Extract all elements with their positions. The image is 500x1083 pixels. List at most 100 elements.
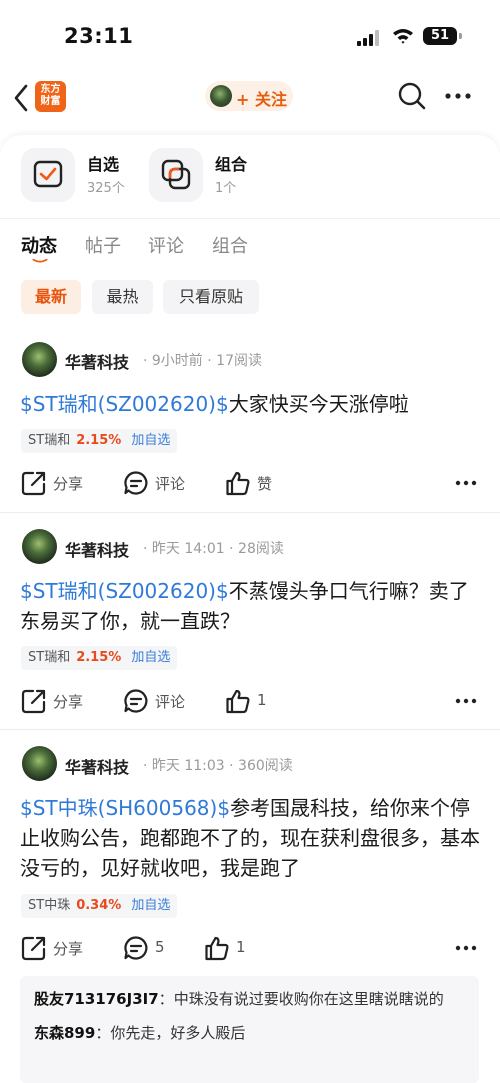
tab-activity[interactable]: 动态 [21, 232, 57, 258]
comment-icon [124, 936, 148, 960]
post-more-icon[interactable] [455, 945, 477, 951]
comment-preview-box[interactable]: 股友713176J3I7：中珠没有说过要收购你在这里瞎说瞎说的 东森899：你先… [20, 976, 479, 1083]
comment-count: 5 [155, 938, 165, 956]
quick-link-count: 1个 [215, 181, 237, 196]
like-count: 1 [257, 691, 267, 709]
divider [0, 218, 500, 219]
quick-link-title: 自选 [87, 155, 120, 174]
share-label: 分享 [53, 693, 84, 711]
post-actions: 分享 5 1 [0, 933, 500, 963]
post-author[interactable]: 华著科技 [65, 537, 129, 561]
avatar[interactable] [22, 746, 57, 781]
stock-tag[interactable]: ST中珠 0.34% 加自选 [21, 894, 178, 918]
post-body[interactable]: $ST瑞和(SZ002620)$大家快买今天涨停啦 [20, 389, 480, 419]
share-button[interactable]: 分享 [21, 468, 101, 498]
stock-link[interactable]: $ST中珠(SH600568)$ [20, 796, 230, 820]
add-to-watchlist-link[interactable]: 加自选 [131, 898, 170, 913]
search-icon[interactable] [397, 81, 427, 111]
follow-label: + 关注 [236, 90, 287, 109]
quick-link-count: 325个 [87, 181, 125, 196]
avatar[interactable] [22, 342, 57, 377]
avatar[interactable] [22, 529, 57, 564]
post-meta: · 昨天 14:01 · 28阅读 [143, 541, 284, 557]
comment-colon: ： [158, 990, 174, 1008]
post-author[interactable]: 华著科技 [65, 754, 129, 778]
comment-text: 中珠没有说过要收购你在这里瞎说瞎说的 [173, 990, 444, 1008]
comment-button[interactable]: 评论 [123, 686, 203, 716]
post-meta: · 9小时前 · 17阅读 [143, 353, 262, 369]
tag-change-pct: 2.15% [76, 650, 122, 665]
comment-item: 股友713176J3I7：中珠没有说过要收购你在这里瞎说瞎说的 [34, 987, 465, 1011]
portfolio-icon-box [149, 148, 203, 202]
like-label: 赞 [257, 475, 273, 493]
tag-change-pct: 0.34% [76, 898, 122, 913]
profile-avatar [210, 85, 232, 107]
like-button[interactable]: 赞 [225, 468, 295, 498]
stock-tag[interactable]: ST瑞和 2.15% 加自选 [21, 429, 178, 453]
tab-portfolio[interactable]: 组合 [212, 232, 248, 258]
tag-stock-name: ST瑞和 [28, 650, 71, 665]
post-more-icon[interactable] [455, 698, 477, 704]
stock-link[interactable]: $ST瑞和(SZ002620)$ [20, 579, 229, 603]
share-button[interactable]: 分享 [21, 686, 101, 716]
tag-stock-name: ST瑞和 [28, 433, 71, 448]
like-button[interactable]: 1 [204, 933, 264, 963]
post-actions: 分享 评论 1 [0, 686, 500, 716]
quick-link-title: 组合 [215, 155, 248, 174]
stock-tag[interactable]: ST瑞和 2.15% 加自选 [21, 646, 178, 670]
cellular-signal-icon [357, 30, 379, 46]
comment-label: 评论 [155, 475, 186, 493]
like-count: 1 [236, 938, 246, 956]
thumbs-up-icon [226, 471, 250, 496]
filter-hottest[interactable]: 最热 [92, 280, 153, 314]
post-meta: · 昨天 11:03 · 360阅读 [143, 758, 293, 774]
comment-button[interactable]: 评论 [123, 468, 203, 498]
comment-user[interactable]: 股友713176J3I7 [34, 990, 159, 1008]
share-label: 分享 [53, 940, 84, 958]
post-separator [0, 512, 500, 513]
logo-text-bottom: 财富 [40, 96, 61, 107]
post-more-icon[interactable] [455, 480, 477, 486]
add-to-watchlist-link[interactable]: 加自选 [131, 650, 170, 665]
more-options-icon[interactable] [444, 92, 472, 100]
back-arrow-icon[interactable] [12, 82, 30, 114]
post-body[interactable]: $ST中珠(SH600568)$参考国晟科技，给你来个停止收购公告，跑都跑不了的… [20, 793, 480, 883]
quick-link-portfolio[interactable]: 组合 1个 [149, 148, 269, 203]
checkbox-icon [33, 160, 63, 188]
app-logo: 东方 财富 [35, 81, 66, 112]
comment-item: 东森899：你先走，好多人殿后 [34, 1021, 465, 1045]
share-icon [21, 689, 46, 714]
add-to-watchlist-link[interactable]: 加自选 [131, 433, 170, 448]
follow-button[interactable]: + 关注 [205, 81, 293, 111]
filter-bar: 最新 最热 只看原贴 [21, 280, 261, 315]
logo-text-top: 东方 [40, 84, 61, 95]
share-button[interactable]: 分享 [21, 933, 101, 963]
quick-link-watchlist[interactable]: 自选 325个 [21, 148, 141, 203]
like-button[interactable]: 1 [225, 686, 295, 716]
thumbs-up-icon [205, 936, 229, 961]
filter-latest[interactable]: 最新 [21, 280, 81, 314]
top-nav-bar: 东方 财富 + 关注 [0, 76, 500, 122]
post-body[interactable]: $ST瑞和(SZ002620)$不蒸馒头争口气行嘛？卖了东易买了你，就一直跌？ [20, 576, 480, 636]
stock-link[interactable]: $ST瑞和(SZ002620)$ [20, 392, 229, 416]
tag-change-pct: 2.15% [76, 433, 122, 448]
thumbs-up-icon [226, 689, 250, 714]
comment-user[interactable]: 东森899 [34, 1024, 95, 1042]
tag-stock-name: ST中珠 [28, 898, 71, 913]
share-icon [21, 936, 46, 961]
comment-button[interactable]: 5 [123, 933, 183, 963]
comment-text: 你先走，好多人殿后 [110, 1024, 246, 1042]
tab-bar: 动态 帖子 评论 组合 [0, 232, 500, 266]
share-icon [21, 471, 46, 496]
post-actions: 分享 评论 赞 [0, 468, 500, 498]
comment-icon [124, 471, 148, 495]
post-author[interactable]: 华著科技 [65, 349, 129, 373]
battery-cap [459, 33, 462, 39]
tab-posts[interactable]: 帖子 [85, 232, 121, 258]
tab-comments[interactable]: 评论 [148, 232, 184, 258]
status-time: 23:11 [64, 24, 134, 48]
comment-colon: ： [95, 1024, 111, 1042]
filter-original-only[interactable]: 只看原贴 [163, 280, 259, 314]
post-text: 大家快买今天涨停啦 [228, 392, 409, 416]
watchlist-icon-box [21, 148, 75, 202]
